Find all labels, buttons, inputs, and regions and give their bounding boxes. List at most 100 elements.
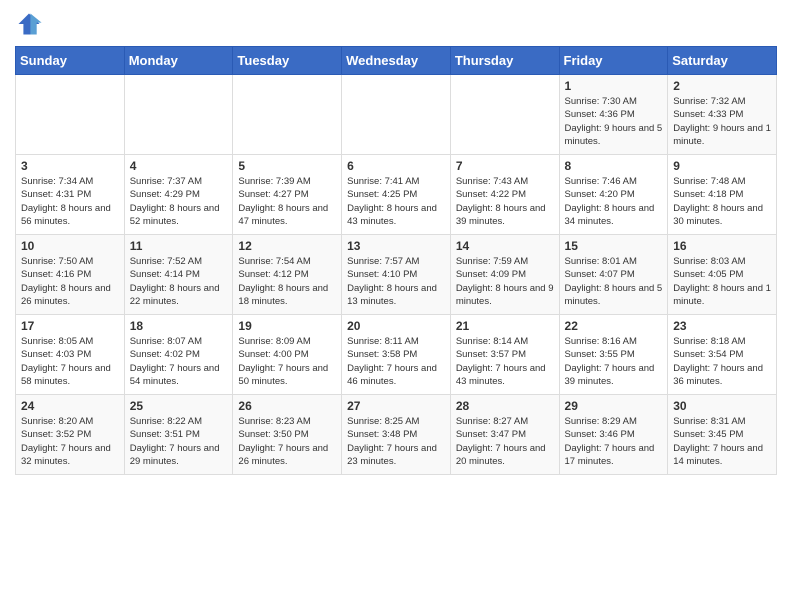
day-info: Sunrise: 7:54 AM Sunset: 4:12 PM Dayligh… bbox=[238, 255, 336, 308]
day-info: Sunrise: 8:18 AM Sunset: 3:54 PM Dayligh… bbox=[673, 335, 771, 388]
day-number: 21 bbox=[456, 319, 554, 333]
day-number: 20 bbox=[347, 319, 445, 333]
calendar-header-saturday: Saturday bbox=[668, 47, 777, 75]
day-info: Sunrise: 7:37 AM Sunset: 4:29 PM Dayligh… bbox=[130, 175, 228, 228]
day-info: Sunrise: 7:46 AM Sunset: 4:20 PM Dayligh… bbox=[565, 175, 663, 228]
calendar-cell: 14 Sunrise: 7:59 AM Sunset: 4:09 PM Dayli… bbox=[450, 235, 559, 315]
day-number: 16 bbox=[673, 239, 771, 253]
day-info: Sunrise: 7:39 AM Sunset: 4:27 PM Dayligh… bbox=[238, 175, 336, 228]
calendar-cell: 26 Sunrise: 8:23 AM Sunset: 3:50 PM Dayli… bbox=[233, 395, 342, 475]
calendar-cell: 1 Sunrise: 7:30 AM Sunset: 4:36 PM Daylig… bbox=[559, 75, 668, 155]
calendar-header-thursday: Thursday bbox=[450, 47, 559, 75]
day-info: Sunrise: 7:32 AM Sunset: 4:33 PM Dayligh… bbox=[673, 95, 771, 148]
day-info: Sunrise: 8:14 AM Sunset: 3:57 PM Dayligh… bbox=[456, 335, 554, 388]
day-number: 11 bbox=[130, 239, 228, 253]
calendar: SundayMondayTuesdayWednesdayThursdayFrid… bbox=[15, 46, 777, 475]
header bbox=[15, 10, 777, 38]
day-number: 1 bbox=[565, 79, 663, 93]
day-info: Sunrise: 8:07 AM Sunset: 4:02 PM Dayligh… bbox=[130, 335, 228, 388]
day-number: 5 bbox=[238, 159, 336, 173]
day-info: Sunrise: 7:52 AM Sunset: 4:14 PM Dayligh… bbox=[130, 255, 228, 308]
calendar-cell: 11 Sunrise: 7:52 AM Sunset: 4:14 PM Dayli… bbox=[124, 235, 233, 315]
calendar-cell: 20 Sunrise: 8:11 AM Sunset: 3:58 PM Dayli… bbox=[342, 315, 451, 395]
day-info: Sunrise: 8:23 AM Sunset: 3:50 PM Dayligh… bbox=[238, 415, 336, 468]
calendar-week-row: 1 Sunrise: 7:30 AM Sunset: 4:36 PM Daylig… bbox=[16, 75, 777, 155]
calendar-cell: 15 Sunrise: 8:01 AM Sunset: 4:07 PM Dayli… bbox=[559, 235, 668, 315]
day-number: 2 bbox=[673, 79, 771, 93]
day-number: 19 bbox=[238, 319, 336, 333]
day-number: 26 bbox=[238, 399, 336, 413]
calendar-cell: 25 Sunrise: 8:22 AM Sunset: 3:51 PM Dayli… bbox=[124, 395, 233, 475]
calendar-cell bbox=[16, 75, 125, 155]
calendar-header-wednesday: Wednesday bbox=[342, 47, 451, 75]
day-number: 30 bbox=[673, 399, 771, 413]
calendar-cell: 17Sunrise: 8:05 AM Sunset: 4:03 PM Dayli… bbox=[16, 315, 125, 395]
page: SundayMondayTuesdayWednesdayThursdayFrid… bbox=[0, 0, 792, 485]
calendar-cell: 18Sunrise: 8:07 AM Sunset: 4:02 PM Dayli… bbox=[124, 315, 233, 395]
calendar-cell: 27Sunrise: 8:25 AM Sunset: 3:48 PM Dayli… bbox=[342, 395, 451, 475]
day-info: Sunrise: 8:20 AM Sunset: 3:52 PM Dayligh… bbox=[21, 415, 119, 468]
day-number: 29 bbox=[565, 399, 663, 413]
calendar-cell: 19Sunrise: 8:09 AM Sunset: 4:00 PM Dayli… bbox=[233, 315, 342, 395]
day-info: Sunrise: 7:48 AM Sunset: 4:18 PM Dayligh… bbox=[673, 175, 771, 228]
calendar-cell: 24 Sunrise: 8:20 AM Sunset: 3:52 PM Dayli… bbox=[16, 395, 125, 475]
day-number: 4 bbox=[130, 159, 228, 173]
day-info: Sunrise: 8:11 AM Sunset: 3:58 PM Dayligh… bbox=[347, 335, 445, 388]
day-info: Sunrise: 8:27 AM Sunset: 3:47 PM Dayligh… bbox=[456, 415, 554, 468]
day-info: Sunrise: 8:16 AM Sunset: 3:55 PM Dayligh… bbox=[565, 335, 663, 388]
day-number: 3 bbox=[21, 159, 119, 173]
day-number: 28 bbox=[456, 399, 554, 413]
calendar-header-friday: Friday bbox=[559, 47, 668, 75]
calendar-cell: 2 Sunrise: 7:32 AM Sunset: 4:33 PM Daylig… bbox=[668, 75, 777, 155]
calendar-cell: 21 Sunrise: 8:14 AM Sunset: 3:57 PM Dayli… bbox=[450, 315, 559, 395]
calendar-cell bbox=[124, 75, 233, 155]
calendar-cell bbox=[342, 75, 451, 155]
day-info: Sunrise: 8:31 AM Sunset: 3:45 PM Dayligh… bbox=[673, 415, 771, 468]
calendar-week-row: 24 Sunrise: 8:20 AM Sunset: 3:52 PM Dayli… bbox=[16, 395, 777, 475]
calendar-week-row: 10Sunrise: 7:50 AM Sunset: 4:16 PM Dayli… bbox=[16, 235, 777, 315]
calendar-cell: 29 Sunrise: 8:29 AM Sunset: 3:46 PM Dayli… bbox=[559, 395, 668, 475]
day-info: Sunrise: 8:22 AM Sunset: 3:51 PM Dayligh… bbox=[130, 415, 228, 468]
day-number: 6 bbox=[347, 159, 445, 173]
day-number: 17 bbox=[21, 319, 119, 333]
day-number: 15 bbox=[565, 239, 663, 253]
day-info: Sunrise: 7:43 AM Sunset: 4:22 PM Dayligh… bbox=[456, 175, 554, 228]
day-info: Sunrise: 8:01 AM Sunset: 4:07 PM Dayligh… bbox=[565, 255, 663, 308]
calendar-cell: 7 Sunrise: 7:43 AM Sunset: 4:22 PM Daylig… bbox=[450, 155, 559, 235]
calendar-cell: 12 Sunrise: 7:54 AM Sunset: 4:12 PM Dayli… bbox=[233, 235, 342, 315]
calendar-cell: 23Sunrise: 8:18 AM Sunset: 3:54 PM Dayli… bbox=[668, 315, 777, 395]
day-number: 14 bbox=[456, 239, 554, 253]
logo bbox=[15, 10, 47, 38]
calendar-cell: 30 Sunrise: 8:31 AM Sunset: 3:45 PM Dayli… bbox=[668, 395, 777, 475]
day-number: 8 bbox=[565, 159, 663, 173]
day-info: Sunrise: 7:50 AM Sunset: 4:16 PM Dayligh… bbox=[21, 255, 119, 308]
calendar-cell bbox=[450, 75, 559, 155]
day-info: Sunrise: 7:34 AM Sunset: 4:31 PM Dayligh… bbox=[21, 175, 119, 228]
day-number: 12 bbox=[238, 239, 336, 253]
calendar-header-tuesday: Tuesday bbox=[233, 47, 342, 75]
calendar-week-row: 3 Sunrise: 7:34 AM Sunset: 4:31 PM Daylig… bbox=[16, 155, 777, 235]
calendar-header-monday: Monday bbox=[124, 47, 233, 75]
calendar-cell: 22 Sunrise: 8:16 AM Sunset: 3:55 PM Dayli… bbox=[559, 315, 668, 395]
day-info: Sunrise: 8:29 AM Sunset: 3:46 PM Dayligh… bbox=[565, 415, 663, 468]
calendar-cell: 5 Sunrise: 7:39 AM Sunset: 4:27 PM Daylig… bbox=[233, 155, 342, 235]
day-info: Sunrise: 8:03 AM Sunset: 4:05 PM Dayligh… bbox=[673, 255, 771, 308]
calendar-cell: 4 Sunrise: 7:37 AM Sunset: 4:29 PM Daylig… bbox=[124, 155, 233, 235]
day-number: 7 bbox=[456, 159, 554, 173]
calendar-header-sunday: Sunday bbox=[16, 47, 125, 75]
day-number: 24 bbox=[21, 399, 119, 413]
day-number: 22 bbox=[565, 319, 663, 333]
day-number: 13 bbox=[347, 239, 445, 253]
calendar-cell: 3 Sunrise: 7:34 AM Sunset: 4:31 PM Daylig… bbox=[16, 155, 125, 235]
day-info: Sunrise: 7:41 AM Sunset: 4:25 PM Dayligh… bbox=[347, 175, 445, 228]
day-number: 25 bbox=[130, 399, 228, 413]
calendar-cell bbox=[233, 75, 342, 155]
calendar-week-row: 17Sunrise: 8:05 AM Sunset: 4:03 PM Dayli… bbox=[16, 315, 777, 395]
day-info: Sunrise: 7:30 AM Sunset: 4:36 PM Dayligh… bbox=[565, 95, 663, 148]
calendar-cell: 8 Sunrise: 7:46 AM Sunset: 4:20 PM Daylig… bbox=[559, 155, 668, 235]
calendar-cell: 6 Sunrise: 7:41 AM Sunset: 4:25 PM Daylig… bbox=[342, 155, 451, 235]
day-info: Sunrise: 7:59 AM Sunset: 4:09 PM Dayligh… bbox=[456, 255, 554, 308]
calendar-cell: 9Sunrise: 7:48 AM Sunset: 4:18 PM Daylig… bbox=[668, 155, 777, 235]
calendar-cell: 28 Sunrise: 8:27 AM Sunset: 3:47 PM Dayli… bbox=[450, 395, 559, 475]
calendar-cell: 10Sunrise: 7:50 AM Sunset: 4:16 PM Dayli… bbox=[16, 235, 125, 315]
